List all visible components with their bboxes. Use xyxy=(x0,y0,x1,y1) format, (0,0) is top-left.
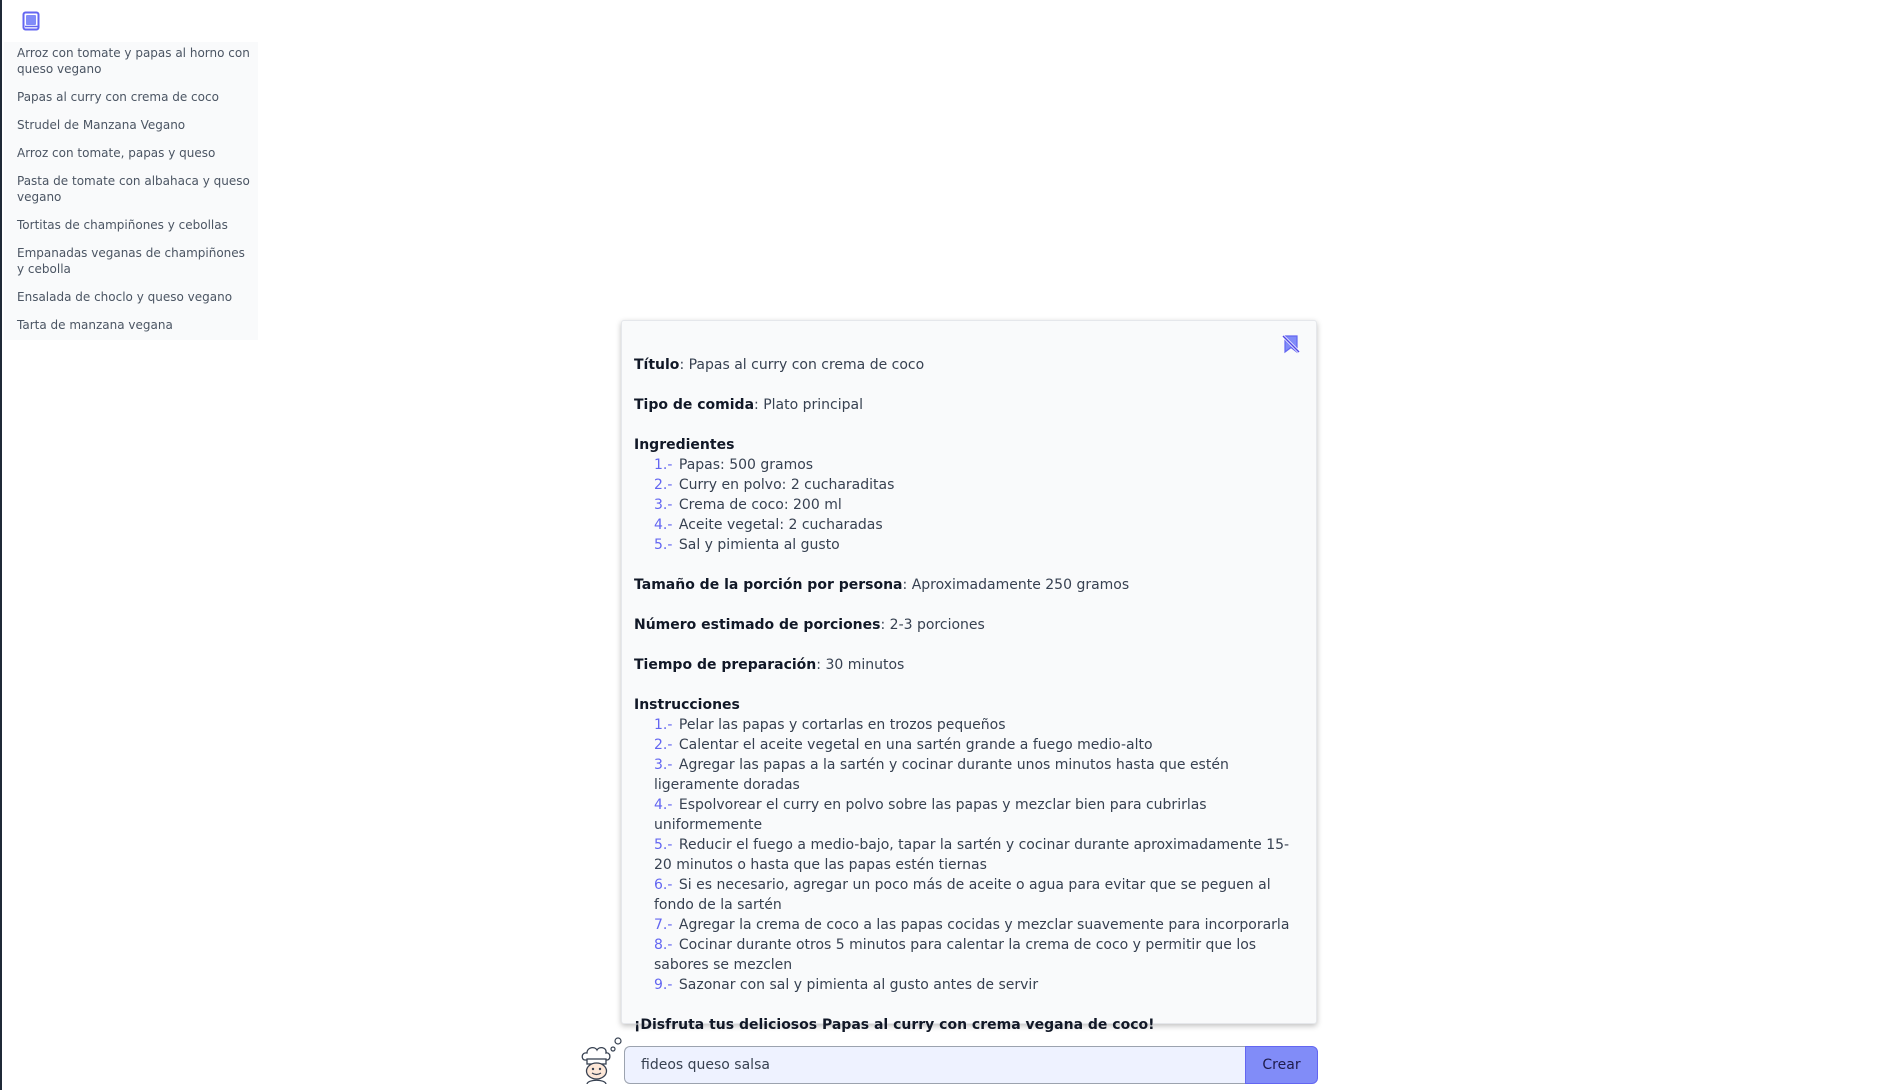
ingredient-item: 1.- Papas: 500 gramos xyxy=(634,455,1304,475)
chef-avatar xyxy=(578,1036,624,1085)
list-text: Crema de coco: 200 ml xyxy=(678,497,842,513)
list-text: Cocinar durante otros 5 minutos para cal… xyxy=(654,937,1257,973)
recipe-title-value: Papas al curry con crema de coco xyxy=(688,357,925,373)
book-icon xyxy=(22,11,40,31)
instruction-step: 3.- Agregar las papas a la sartén y coci… xyxy=(634,755,1304,795)
list-number: 1.- xyxy=(654,717,673,733)
list-text: Pelar las papas y cortarlas en trozos pe… xyxy=(678,717,1006,733)
recipe-history-list: Arroz con tomate y papas al horno con qu… xyxy=(4,42,258,340)
recipe-prompt-input[interactable] xyxy=(624,1046,1246,1084)
history-item[interactable]: Tarta de manzana vegana xyxy=(4,315,258,335)
list-number: 3.- xyxy=(654,757,673,773)
recipe-portion-label: Tamaño de la porción por persona xyxy=(634,577,903,593)
history-item[interactable]: Empanadas veganas de champiñones y cebol… xyxy=(4,243,258,279)
recipe-servings: Número estimado de porciones: 2-3 porcio… xyxy=(634,617,985,633)
history-item[interactable]: Papas al curry con crema de coco xyxy=(4,87,258,107)
recipe-type: Tipo de comida: Plato principal xyxy=(634,397,863,413)
list-text: Reducir el fuego a medio-bajo, tapar la … xyxy=(654,837,1290,873)
list-text: Agregar la crema de coco a las papas coc… xyxy=(678,917,1290,933)
sidebar-toggle-button[interactable] xyxy=(20,10,42,32)
instructions-list: 1.- Pelar las papas y cortarlas en trozo… xyxy=(634,715,1304,995)
ingredient-item: 3.- Crema de coco: 200 ml xyxy=(634,495,1304,515)
recipe-closing: ¡Disfruta tus deliciosos Papas al curry … xyxy=(634,1017,1155,1033)
unsave-recipe-button[interactable] xyxy=(1280,333,1302,355)
list-text: Aceite vegetal: 2 cucharadas xyxy=(678,517,883,533)
history-item[interactable]: Arroz con tomate y papas al horno con qu… xyxy=(4,43,258,79)
list-number: 5.- xyxy=(654,837,673,853)
ingredients-heading: Ingredientes xyxy=(634,437,735,453)
ingredient-item: 4.- Aceite vegetal: 2 cucharadas xyxy=(634,515,1304,535)
list-text: Sal y pimienta al gusto xyxy=(678,537,840,553)
history-item[interactable]: Strudel de Manzana Vegano xyxy=(4,115,258,135)
list-number: 3.- xyxy=(654,497,673,513)
recipe-portion-value: Aproximadamente 250 gramos xyxy=(911,577,1130,593)
recipe-title: Título: Papas al curry con crema de coco xyxy=(634,357,925,373)
list-number: 7.- xyxy=(654,917,673,933)
bookmark-off-icon xyxy=(1281,334,1301,354)
list-number: 6.- xyxy=(654,877,673,893)
recipe-servings-value: 2-3 porciones xyxy=(889,617,985,633)
list-text: Agregar las papas a la sartén y cocinar … xyxy=(654,757,1229,793)
recipe-title-label: Título xyxy=(634,357,680,373)
list-number: 1.- xyxy=(654,457,673,473)
list-text: Calentar el aceite vegetal en una sartén… xyxy=(678,737,1153,753)
list-text: Espolvorear el curry en polvo sobre las … xyxy=(654,797,1207,833)
list-text: Sazonar con sal y pimienta al gusto ante… xyxy=(678,977,1039,993)
list-text: Papas: 500 gramos xyxy=(678,457,814,473)
recipe-card: Título: Papas al curry con crema de coco… xyxy=(621,320,1317,1033)
instruction-step: 2.- Calentar el aceite vegetal en una sa… xyxy=(634,735,1304,755)
list-text: Curry en polvo: 2 cucharaditas xyxy=(678,477,895,493)
chef-avatar-icon xyxy=(581,1037,622,1085)
list-number: 4.- xyxy=(654,797,673,813)
ingredients-list: 1.- Papas: 500 gramos 2.- Curry en polvo:… xyxy=(634,455,1304,555)
list-number: 8.- xyxy=(654,937,673,953)
instruction-step: 1.- Pelar las papas y cortarlas en trozo… xyxy=(634,715,1304,735)
list-number: 2.- xyxy=(654,477,673,493)
history-item[interactable]: Pasta de tomate con albahaca y queso veg… xyxy=(4,171,258,207)
history-item[interactable]: Tortitas de champiñones y cebollas xyxy=(4,215,258,235)
recipe-prep-value: 30 minutos xyxy=(825,657,905,673)
sidebar-header xyxy=(4,0,258,42)
instruction-step: 7.- Agregar la crema de coco a las papas… xyxy=(634,915,1304,935)
history-item[interactable]: Arroz con tomate, papas y queso xyxy=(4,143,258,163)
instruction-step: 8.- Cocinar durante otros 5 minutos para… xyxy=(634,935,1304,975)
ingredient-item: 5.- Sal y pimienta al gusto xyxy=(634,535,1304,555)
list-number: 9.- xyxy=(654,977,673,993)
sidebar: Arroz con tomate y papas al horno con qu… xyxy=(4,0,258,340)
recipe-type-value: Plato principal xyxy=(763,397,863,413)
instructions-heading: Instrucciones xyxy=(634,697,740,713)
list-number: 2.- xyxy=(654,737,673,753)
instruction-step: 9.- Sazonar con sal y pimienta al gusto … xyxy=(634,975,1304,995)
prompt-bar: Crear xyxy=(578,1036,1318,1085)
ingredient-item: 2.- Curry en polvo: 2 cucharaditas xyxy=(634,475,1304,495)
recipe-portion: Tamaño de la porción por persona: Aproxi… xyxy=(634,577,1130,593)
recipe-prep-time: Tiempo de preparación: 30 minutos xyxy=(634,657,905,673)
history-item[interactable]: Ensalada de choclo y queso vegano xyxy=(4,287,258,307)
recipe-servings-label: Número estimado de porciones xyxy=(634,617,881,633)
instruction-step: 5.- Reducir el fuego a medio-bajo, tapar… xyxy=(634,835,1304,875)
recipe-type-label: Tipo de comida xyxy=(634,397,755,413)
list-text: Si es necesario, agregar un poco más de … xyxy=(654,877,1271,913)
create-button[interactable]: Crear xyxy=(1245,1046,1318,1084)
list-number: 4.- xyxy=(654,517,673,533)
instruction-step: 6.- Si es necesario, agregar un poco más… xyxy=(634,875,1304,915)
recipe-prep-label: Tiempo de preparación xyxy=(634,657,817,673)
list-number: 5.- xyxy=(654,537,673,553)
instruction-step: 4.- Espolvorear el curry en polvo sobre … xyxy=(634,795,1304,835)
